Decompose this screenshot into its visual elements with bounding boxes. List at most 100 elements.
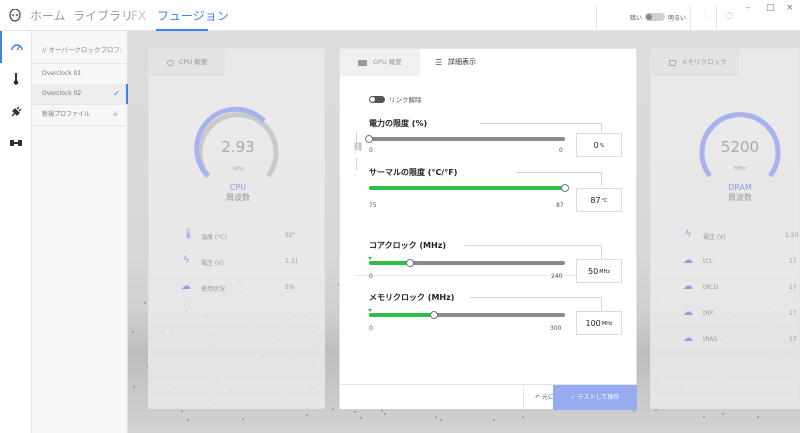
thermal-limit-thumb[interactable] <box>561 184 569 192</box>
power-limit-max: 0 <box>559 147 563 154</box>
background-particle <box>306 414 308 416</box>
test-and-save-button[interactable]: ✓ テストして保存 <box>553 385 637 410</box>
section-bracket <box>470 297 601 298</box>
cpu-stat-label: 電圧 (V) <box>201 260 224 267</box>
mem-stat-value: 17 <box>789 258 797 265</box>
background-particle <box>181 410 183 412</box>
close-button[interactable]: × <box>786 3 794 13</box>
icon-rail <box>0 31 32 433</box>
nav-fx[interactable]: FX <box>131 8 146 24</box>
rail-item-thermal[interactable] <box>0 63 32 95</box>
tab-gpu-summary[interactable]: GPU 概要 <box>340 49 420 76</box>
theme-toggle[interactable] <box>645 13 665 21</box>
tab-cpu-summary[interactable]: CPU 概要 <box>149 49 225 76</box>
profile-label: Overclock 01 <box>42 70 82 77</box>
thermometer-icon: 🌡 <box>182 229 195 240</box>
dram-gauge-label: DRAM <box>728 183 752 192</box>
nav-fusion[interactable]: フュージョン <box>157 8 229 24</box>
thermal-limit-unit: °C <box>601 198 608 204</box>
memory-clock-min: 0 <box>369 325 373 332</box>
nav-home[interactable]: ホーム <box>30 8 66 24</box>
tab-label: GPU 概要 <box>373 58 402 66</box>
new-profile-label: 新規プロファイル <box>42 111 91 118</box>
background-particle <box>757 416 759 418</box>
profile-item-overclock-02[interactable]: Overclock 02 ✓ <box>32 84 128 104</box>
mem-stat-label: tCL <box>703 258 713 265</box>
background-particle <box>655 409 657 411</box>
cpu-gauge-value: 2.93 <box>221 138 255 156</box>
rail-item-performance[interactable] <box>0 31 32 63</box>
link-toggle-knob <box>370 97 375 102</box>
dram-gauge-unit: MHz <box>734 166 746 172</box>
background-particle <box>132 331 134 333</box>
section-bracket <box>465 245 601 246</box>
background-particle <box>187 419 189 421</box>
thermometer-icon <box>13 73 19 85</box>
core-clock-thumb[interactable] <box>406 259 415 267</box>
nav-library[interactable]: ライブラリ <box>73 8 133 24</box>
memory-icon <box>669 60 676 66</box>
section-bracket <box>601 297 602 311</box>
link-toggle[interactable] <box>369 96 385 103</box>
chain-link-icon[interactable]: ⛓ <box>353 142 363 151</box>
core-clock-value-box[interactable]: 50 MHz <box>576 259 622 283</box>
check-icon: ✓ <box>113 89 120 98</box>
cloud-icon: ☁ <box>683 333 693 344</box>
background-particle <box>242 418 244 420</box>
theme-dark-label: 暗い <box>630 15 643 22</box>
plug-icon <box>11 106 21 116</box>
memory-clock-value: 100 <box>585 318 601 328</box>
link-toggle-label: リンク解除 <box>389 96 422 104</box>
reset-button[interactable]: ↶ 元に戻す <box>523 385 566 410</box>
save-label: テストして保存 <box>577 394 620 401</box>
cloud-icon: ☁ <box>181 281 191 292</box>
cpu-stat-value: 1.31 <box>285 258 299 265</box>
background-particle <box>133 386 135 388</box>
cloud-icon: ☁ <box>683 255 693 266</box>
mem-stat-label: tRAS <box>703 336 718 343</box>
memory-clock-title: メモリクロック (MHz) <box>369 293 455 302</box>
link-bracket <box>356 131 357 143</box>
sliders-icon[interactable]: ⫶ <box>703 11 705 21</box>
thermal-limit-max: 87 <box>556 202 564 209</box>
thermal-limit-value-box[interactable]: 87 °C <box>576 188 622 212</box>
power-limit-value-box[interactable]: 0% <box>576 133 622 157</box>
power-limit-thumb[interactable] <box>365 135 373 143</box>
background-particle <box>332 408 334 410</box>
power-limit-track[interactable] <box>369 137 565 141</box>
tab-label: 詳細表示 <box>448 58 476 66</box>
background-particle <box>493 419 495 421</box>
new-profile-button[interactable]: 新規プロファイル + <box>32 105 128 125</box>
help-icon[interactable]: ◌ <box>725 11 733 21</box>
section-bracket <box>480 123 601 124</box>
thermal-limit-title: サーマルの限度 (°C/°F) <box>369 168 458 177</box>
cpu-stat-value: 5% <box>285 284 295 291</box>
plus-icon: + <box>111 110 119 120</box>
memory-clock-value-box[interactable]: 100 MHz <box>576 311 622 335</box>
cpu-gauge-unit: GHz <box>232 166 244 172</box>
background-particle <box>381 410 383 412</box>
maximize-button[interactable]: □ <box>766 3 775 13</box>
mem-stat-value: 17 <box>789 284 797 291</box>
gpu-detail-panel: GPU 概要 ☰ 詳細表示 リンク解除 ⛓ 電力の限度 (%) 0 0 0% サ… <box>339 48 637 410</box>
core-clock-fill <box>369 261 411 265</box>
cpu-stat-value: 52° <box>285 232 296 239</box>
rail-item-power[interactable] <box>0 95 32 127</box>
memory-clock-thumb[interactable] <box>429 311 438 319</box>
tab-detail-view[interactable]: ☰ 詳細表示 <box>420 49 500 76</box>
cpu-gauge-sub: 周波数 <box>226 193 250 202</box>
profile-panel: // オーバークロックプロフ: Overclock 01 Overclock 0… <box>32 31 128 433</box>
memory-clock-max: 300 <box>550 325 562 332</box>
memory-clock-panel: メモリクロック 5200 MHz DRAM 周波数 ϟ 電圧 (V) 1.20 … <box>650 48 800 409</box>
alien-logo-icon[interactable] <box>9 9 21 22</box>
panel-footer: ↶ 元に戻す ✓ テストして保存 <box>340 384 637 410</box>
core-clock-title: コアクロック (MHz) <box>369 241 447 250</box>
tab-memory-clock[interactable]: メモリクロック <box>651 49 739 76</box>
power-limit-value: 0 <box>593 140 599 150</box>
mem-stat-value: 17 <box>789 310 797 317</box>
section-bracket <box>601 172 602 186</box>
minimize-button[interactable]: – <box>746 3 751 13</box>
profile-item-overclock-01[interactable]: Overclock 01 <box>32 64 128 84</box>
rail-item-audio[interactable] <box>0 127 32 159</box>
mem-stat-value: 17 <box>789 336 797 343</box>
